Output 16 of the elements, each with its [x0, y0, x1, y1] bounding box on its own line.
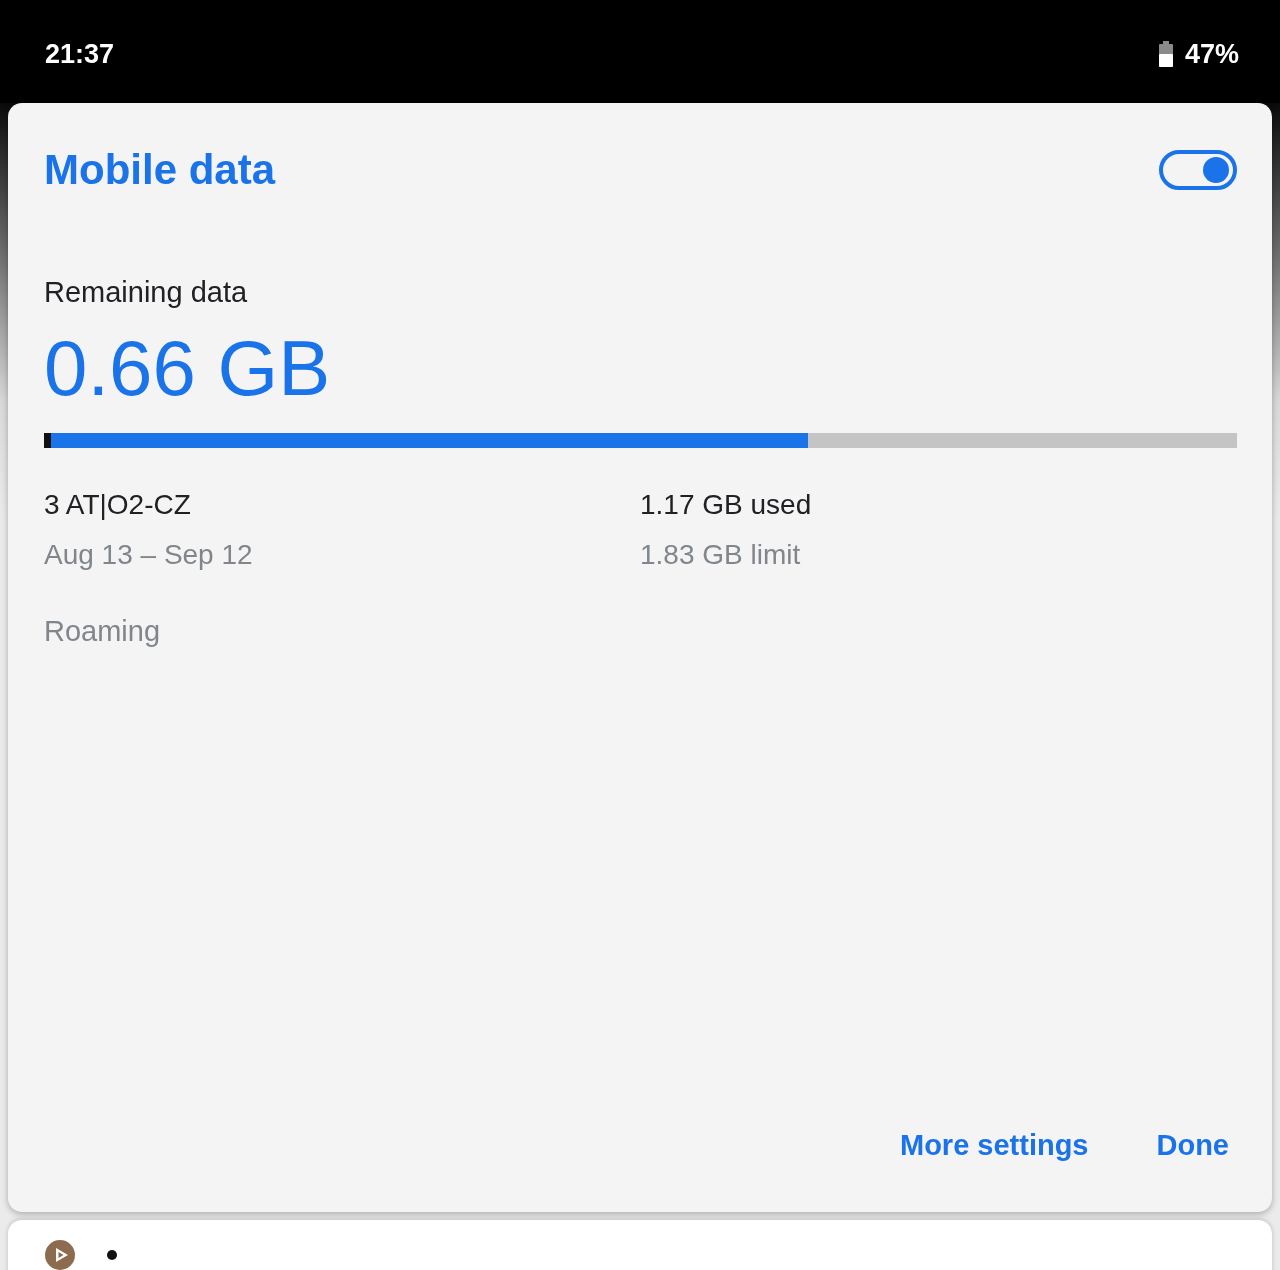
done-button[interactable]: Done — [1148, 1115, 1237, 1175]
remaining-label: Remaining data — [44, 275, 249, 310]
dot-icon — [107, 1250, 117, 1260]
start-marker-icon — [44, 433, 51, 448]
toggle-switch[interactable] — [1159, 150, 1237, 190]
data-limit: 1.83 GB limit — [640, 538, 801, 572]
billing-period: Aug 13 – Sep 12 — [44, 538, 253, 572]
roaming-label: Roaming — [44, 614, 161, 649]
carrier-name: 3 AT|O2-CZ — [44, 488, 191, 522]
data-used: 1.17 GB used — [640, 488, 812, 522]
more-settings-button[interactable]: More settings — [891, 1115, 1097, 1175]
status-time: 21:37 — [45, 37, 115, 70]
battery-percentage: 47% — [1184, 37, 1239, 70]
dialog-title: Mobile data — [44, 145, 276, 195]
battery-icon — [1158, 40, 1173, 67]
remaining-amount: 0.66 GB — [44, 326, 332, 410]
